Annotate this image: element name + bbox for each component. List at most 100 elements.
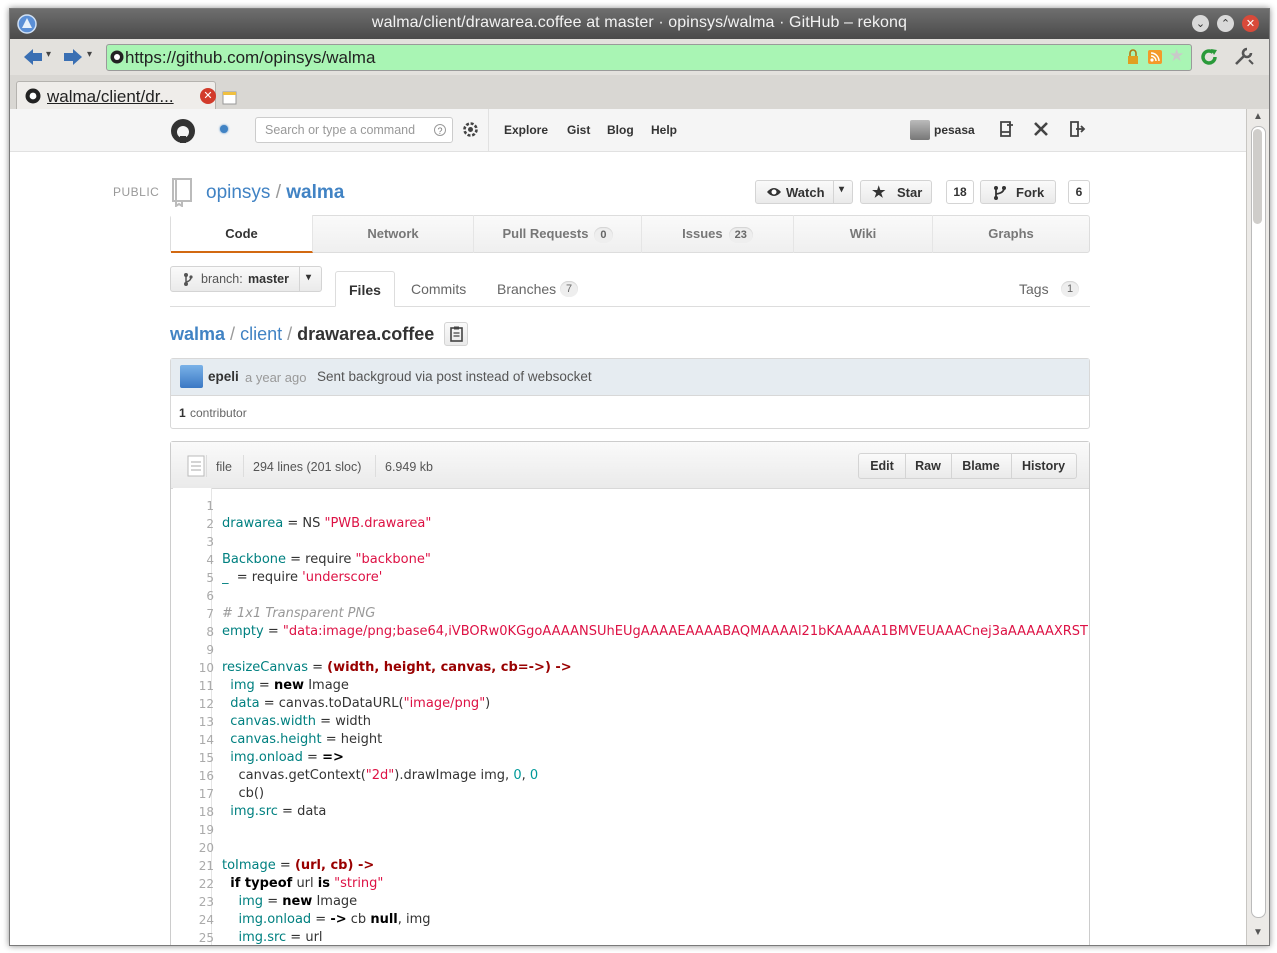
create-repo-icon[interactable] bbox=[998, 120, 1014, 138]
nav-gist[interactable]: Gist bbox=[567, 123, 590, 137]
line-number[interactable]: 11 bbox=[180, 679, 214, 693]
tab-network[interactable]: Network bbox=[313, 215, 474, 253]
nav-explore[interactable]: Explore bbox=[504, 123, 548, 137]
subnav-tags[interactable]: Tags bbox=[1019, 281, 1049, 297]
vertical-scrollbar[interactable]: ▲ ▼ bbox=[1246, 109, 1269, 945]
maximize-icon[interactable]: ⌃ bbox=[1217, 15, 1234, 32]
tools-wrench-icon[interactable] bbox=[1232, 46, 1256, 68]
tab-pull-requests-label: Pull Requests bbox=[502, 226, 589, 241]
tab-wiki[interactable]: Wiki bbox=[794, 215, 933, 253]
branches-count: 7 bbox=[560, 281, 579, 297]
search-help-icon[interactable]: ? bbox=[434, 124, 446, 136]
copy-path-button[interactable] bbox=[444, 322, 468, 346]
close-tab-icon[interactable]: ✕ bbox=[200, 88, 216, 104]
watch-button[interactable]: Watch ▾ bbox=[755, 180, 853, 204]
subnav-branches[interactable]: Branches bbox=[497, 281, 556, 297]
new-tab-icon[interactable] bbox=[222, 90, 238, 106]
avatar[interactable] bbox=[910, 120, 930, 140]
branch-dropdown-icon[interactable]: ▾ bbox=[306, 272, 311, 283]
reload-icon[interactable] bbox=[1198, 46, 1220, 68]
back-arrow-icon[interactable] bbox=[22, 47, 44, 67]
minimize-icon[interactable]: ⌄ bbox=[1192, 15, 1209, 32]
browser-tab[interactable]: walma/client/dr... ✕ bbox=[16, 81, 216, 110]
code-token: , bbox=[521, 768, 530, 783]
branch-selector[interactable]: branch: master ▾ bbox=[170, 266, 322, 292]
line-number[interactable]: 12 bbox=[180, 697, 214, 711]
address-bar[interactable]: https://github.com/opinsys/walma ★ bbox=[106, 44, 1192, 71]
line-number[interactable]: 10 bbox=[180, 661, 214, 675]
line-number[interactable]: 8 bbox=[180, 625, 214, 639]
back-dropdown-icon[interactable]: ▾ bbox=[46, 49, 51, 60]
tab-code[interactable]: Code bbox=[171, 215, 313, 253]
rss-feed-icon[interactable] bbox=[1148, 50, 1162, 64]
line-number[interactable]: 25 bbox=[180, 931, 214, 945]
line-number[interactable]: 19 bbox=[180, 823, 214, 837]
settings-tools-icon[interactable] bbox=[1032, 120, 1050, 138]
nav-blog[interactable]: Blog bbox=[607, 123, 634, 137]
code-token: resizeCanvas bbox=[222, 660, 308, 675]
commit-author[interactable]: epeli bbox=[208, 369, 239, 384]
author-avatar[interactable] bbox=[180, 365, 203, 388]
line-number[interactable]: 14 bbox=[180, 733, 214, 747]
subnav-commits[interactable]: Commits bbox=[411, 281, 466, 297]
github-octocat-icon[interactable] bbox=[170, 118, 196, 144]
line-number[interactable]: 15 bbox=[180, 751, 214, 765]
line-number[interactable]: 9 bbox=[180, 643, 214, 657]
repo-owner-link[interactable]: opinsys bbox=[206, 182, 270, 203]
sign-out-icon[interactable] bbox=[1068, 120, 1086, 138]
username-link[interactable]: pesasa bbox=[934, 123, 975, 137]
line-number[interactable]: 2 bbox=[180, 517, 214, 531]
line-number[interactable]: 7 bbox=[180, 607, 214, 621]
code-token: cb() bbox=[222, 786, 265, 801]
history-button[interactable]: History bbox=[1011, 454, 1076, 478]
tab-pull-requests[interactable]: Pull Requests 0 bbox=[474, 215, 642, 253]
notifications-dot-icon[interactable] bbox=[220, 125, 228, 133]
line-number[interactable]: 22 bbox=[180, 877, 214, 891]
lock-icon[interactable] bbox=[1127, 49, 1139, 65]
scroll-down-icon[interactable]: ▼ bbox=[1253, 927, 1263, 938]
code-line: toImage = (url, cb) -> bbox=[222, 858, 374, 873]
line-number[interactable]: 21 bbox=[180, 859, 214, 873]
raw-button[interactable]: Raw bbox=[905, 454, 952, 478]
bookmark-star-icon[interactable]: ★ bbox=[1169, 46, 1184, 66]
code-token: Image bbox=[312, 894, 358, 909]
line-number[interactable]: 6 bbox=[180, 589, 214, 603]
line-number[interactable]: 17 bbox=[180, 787, 214, 801]
commit-message[interactable]: Sent backgroud via post instead of webso… bbox=[317, 369, 592, 384]
tab-graphs[interactable]: Graphs bbox=[933, 215, 1089, 253]
line-number[interactable]: 5 bbox=[180, 571, 214, 585]
star-button[interactable]: ★ Star bbox=[860, 180, 932, 204]
forward-dropdown-icon[interactable]: ▾ bbox=[87, 49, 92, 60]
scrollbar-track[interactable] bbox=[1251, 126, 1266, 918]
repo-name-link[interactable]: walma bbox=[286, 182, 344, 203]
line-number[interactable]: 20 bbox=[180, 841, 214, 855]
watch-dropdown-icon[interactable]: ▾ bbox=[839, 184, 844, 195]
line-number[interactable]: 23 bbox=[180, 895, 214, 909]
fork-count[interactable]: 6 bbox=[1068, 180, 1090, 204]
line-number[interactable]: 24 bbox=[180, 913, 214, 927]
nav-help[interactable]: Help bbox=[651, 123, 677, 137]
scrollbar-thumb[interactable] bbox=[1253, 129, 1262, 224]
scroll-up-icon[interactable]: ▲ bbox=[1253, 111, 1263, 122]
blame-button[interactable]: Blame bbox=[951, 454, 1012, 478]
close-window-icon[interactable]: ✕ bbox=[1242, 15, 1259, 32]
line-number[interactable]: 13 bbox=[180, 715, 214, 729]
gear-icon[interactable] bbox=[462, 121, 479, 138]
line-number[interactable]: 4 bbox=[180, 553, 214, 567]
forward-arrow-icon[interactable] bbox=[62, 47, 84, 67]
tab-issues[interactable]: Issues 23 bbox=[642, 215, 794, 253]
line-number[interactable]: 18 bbox=[180, 805, 214, 819]
code-token: toImage bbox=[222, 858, 276, 873]
breadcrumb-dir[interactable]: client bbox=[240, 324, 282, 344]
subnav-files[interactable]: Files bbox=[335, 271, 395, 307]
line-number[interactable]: 3 bbox=[180, 535, 214, 549]
breadcrumb-root[interactable]: walma bbox=[170, 324, 225, 344]
title-bar[interactable]: walma/client/drawarea.coffee at master ·… bbox=[10, 9, 1269, 39]
line-number[interactable]: 16 bbox=[180, 769, 214, 783]
edit-button[interactable]: Edit bbox=[859, 454, 906, 478]
search-input[interactable]: Search or type a command ? bbox=[255, 117, 453, 143]
line-number[interactable]: 1 bbox=[180, 499, 214, 513]
fork-button[interactable]: Fork bbox=[980, 180, 1056, 204]
star-count[interactable]: 18 bbox=[946, 180, 974, 204]
contributors-label[interactable]: contributor bbox=[190, 406, 247, 420]
